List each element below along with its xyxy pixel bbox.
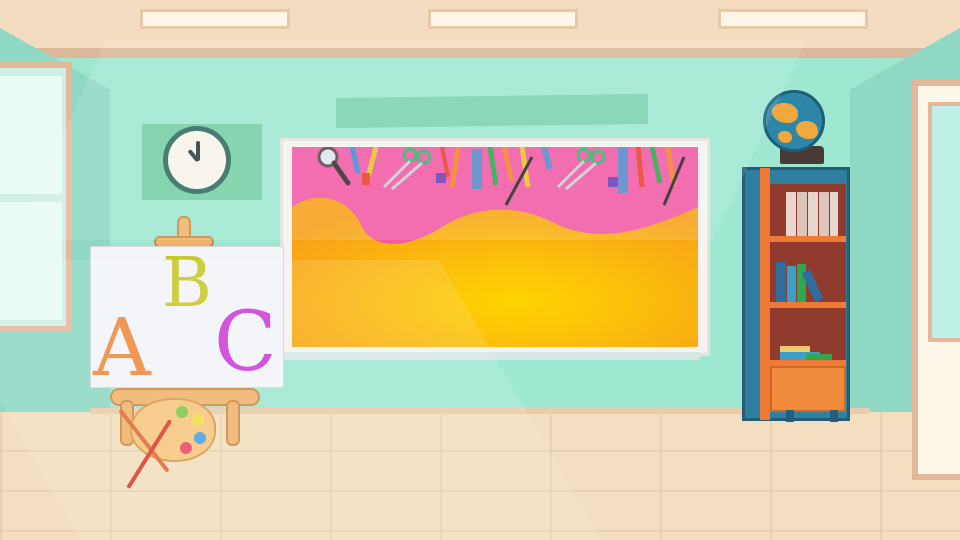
paint-red bbox=[180, 442, 192, 454]
book-icon bbox=[797, 192, 807, 236]
globe-icon bbox=[763, 90, 825, 152]
letter-b: B bbox=[162, 244, 212, 323]
book-icon bbox=[830, 192, 838, 236]
book-icon bbox=[806, 354, 832, 360]
pencil-icon bbox=[349, 147, 686, 206]
ceiling-light-left bbox=[140, 9, 290, 29]
easel-leg-right bbox=[226, 400, 240, 446]
book-icon bbox=[819, 192, 829, 236]
shelf-foot bbox=[786, 410, 794, 422]
magnifier-icon bbox=[317, 147, 351, 186]
window-pane-top bbox=[0, 76, 62, 194]
shelf-plank-2 bbox=[768, 302, 846, 308]
shelf-foot bbox=[830, 410, 838, 422]
scissors-icon bbox=[382, 147, 432, 191]
paint-blue bbox=[194, 432, 206, 444]
classroom-scene: A B C bbox=[0, 0, 960, 540]
book-icon bbox=[776, 262, 786, 302]
palette-icon bbox=[130, 398, 216, 462]
ceiling-light-right bbox=[718, 9, 868, 29]
shelf-plank-1 bbox=[768, 236, 846, 242]
book-icon bbox=[786, 192, 796, 236]
ceiling-light-center bbox=[428, 9, 578, 29]
wall-clock-icon bbox=[163, 126, 231, 194]
paint-green bbox=[176, 406, 188, 418]
board-surface bbox=[292, 147, 698, 347]
door bbox=[912, 80, 960, 480]
board-ledge bbox=[284, 352, 700, 360]
ceiling-trim bbox=[0, 48, 960, 58]
paint-yellow bbox=[192, 414, 204, 426]
globe-continent bbox=[778, 131, 792, 143]
letter-c: C bbox=[214, 295, 277, 390]
globe-continent bbox=[796, 121, 818, 139]
globe-continent bbox=[772, 103, 798, 123]
scissors-icon bbox=[556, 147, 606, 191]
letter-a: A bbox=[93, 301, 151, 394]
supplies-strip bbox=[317, 147, 686, 206]
bookshelf-cabinet bbox=[770, 366, 846, 412]
door-glass bbox=[928, 102, 960, 342]
board bbox=[280, 138, 710, 356]
bookshelf-side-panel bbox=[760, 168, 770, 420]
window-pane-bottom bbox=[0, 202, 62, 320]
window bbox=[0, 62, 72, 332]
book-icon bbox=[797, 264, 806, 302]
book-icon bbox=[787, 266, 796, 302]
book-icon bbox=[808, 192, 818, 236]
wall-band bbox=[336, 93, 648, 129]
